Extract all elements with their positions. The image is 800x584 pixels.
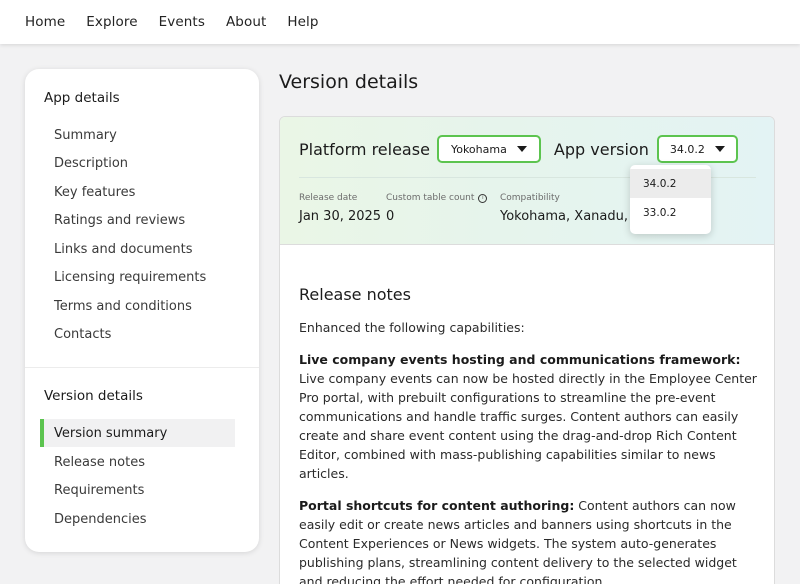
sidebar-divider [25,367,259,368]
sidebar-item-description[interactable]: Description [40,149,235,177]
sidebar-item-release-notes[interactable]: Release notes [40,448,235,476]
dropdown-option-34-0-2[interactable]: 34.0.2 [630,169,711,198]
sidebar-item-dependencies[interactable]: Dependencies [40,505,235,533]
sidebar-item-requirements[interactable]: Requirements [40,476,235,504]
app-details-heading: App details [44,90,120,106]
sidebar-item-key-features[interactable]: Key features [40,178,235,206]
page-title: Version details [279,71,419,93]
custom-table-count-label: Custom table count [386,193,475,203]
release-notes-section: Release notes Enhanced the following cap… [299,285,759,584]
sidebar-item-contacts[interactable]: Contacts [40,320,235,348]
platform-release-select[interactable]: Yokohama [436,135,541,163]
app-version-value: 34.0.2 [669,142,705,156]
sidebar-item-links-documents[interactable]: Links and documents [40,235,235,263]
sidebar-item-terms[interactable]: Terms and conditions [40,292,235,320]
release-date-label: Release date [299,193,358,203]
nav-home[interactable]: Home [25,14,65,30]
release-note-heading: Portal shortcuts for content authoring: [299,498,575,513]
sidebar-item-licensing[interactable]: Licensing requirements [40,263,235,291]
sidebar-item-ratings-reviews[interactable]: Ratings and reviews [40,206,235,234]
nav-explore[interactable]: Explore [86,14,137,30]
platform-release-value: Yokohama [450,142,507,156]
sidebar: App details Summary Description Key feat… [25,69,259,552]
release-note-paragraph: Live company events hosting and communic… [299,350,759,483]
compatibility-label: Compatibility [500,193,560,203]
chevron-down-icon [714,146,725,152]
release-date-value: Jan 30, 2025 [299,209,382,224]
release-note-heading: Live company events hosting and communic… [299,352,741,367]
dropdown-option-33-0-2[interactable]: 33.0.2 [630,198,711,227]
nav-about[interactable]: About [226,14,266,30]
sidebar-item-version-summary[interactable]: Version summary [40,419,235,447]
custom-table-count-block: Custom table count i 0 [386,193,488,224]
release-date-block: Release date Jan 30, 2025 [299,193,381,224]
compatibility-value: Yokohama, Xanadu, W [500,209,645,224]
chevron-down-icon [516,146,527,152]
app-version-select[interactable]: 34.0.2 [656,135,738,163]
release-note-paragraph: Portal shortcuts for content authoring: … [299,496,759,584]
sidebar-item-summary[interactable]: Summary [40,121,235,149]
platform-release-label: Platform release [299,139,430,159]
top-navigation: Home Explore Events About Help [0,0,800,44]
release-notes-title: Release notes [299,285,411,304]
info-icon[interactable]: i [478,193,488,203]
nav-events[interactable]: Events [159,14,205,30]
version-details-heading: Version details [44,388,143,404]
app-version-dropdown: 34.0.2 33.0.2 [630,165,711,234]
app-version-label: App version [553,139,649,159]
release-note-text: Live company events can now be hosted di… [299,371,757,481]
custom-table-count-value: 0 [386,209,395,224]
nav-help[interactable]: Help [287,14,318,30]
release-notes-intro: Enhanced the following capabilities: [299,320,525,335]
compatibility-block: Compatibility Yokohama, Xanadu, W [500,193,645,224]
